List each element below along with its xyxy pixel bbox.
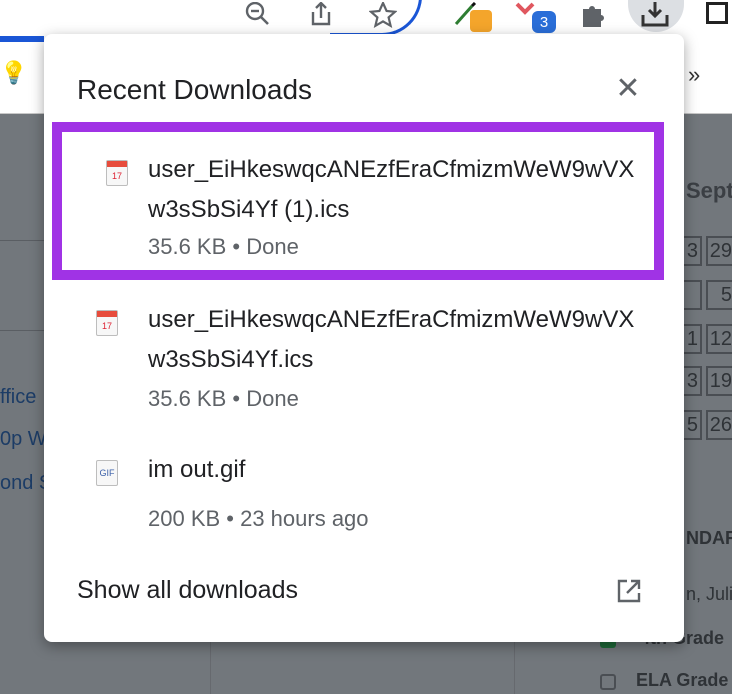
show-all-downloads-link[interactable]: Show all downloads [77,576,298,605]
window-icon[interactable] [706,2,728,24]
popup-title: Recent Downloads [77,74,313,105]
page-text: n, Julia [686,584,732,604]
bookmarks-overflow-icon[interactable]: » [688,62,700,88]
bookmark-star-icon[interactable] [366,0,400,30]
calendar-cell[interactable]: 12 [706,324,732,354]
download-meta: 200 KB • 23 hours ago [148,506,369,531]
page-heading: NDAR [686,528,732,548]
calendar-cell[interactable]: 26 [706,410,732,440]
puzzle-icon[interactable] [576,0,610,30]
close-icon[interactable]: ✕ [614,74,642,104]
page-divider [0,330,44,331]
gif-file-icon: GIF [96,460,118,486]
frame-accent [0,36,44,42]
download-meta: 35.6 KB • Done [148,386,299,411]
page-divider [0,240,44,241]
calendar-cell[interactable]: 29 [706,236,732,266]
extension-count-badge: 3 [532,11,556,33]
download-filename[interactable]: user_EiHkeswqcANEzfEraCfmizmWeW9wVXw3sSb… [148,150,648,230]
calendar-file-icon: 17 [106,160,128,186]
downloads-popup: Recent Downloads ✕ 17 user_EiHkeswqcANEz… [44,34,684,642]
download-item[interactable]: GIF im out.gif 200 KB • 23 hours ago [52,440,664,540]
checkbox[interactable] [600,674,616,690]
page-link[interactable]: ffice [0,386,36,409]
calendar-cell[interactable]: 5 [706,280,732,310]
calendar-cell[interactable]: 19 [706,366,732,396]
extension-badge-icon [470,10,492,32]
calendar-month-heading: Sept [686,178,732,203]
page-link[interactable]: 0p W [0,428,47,451]
download-filename[interactable]: user_EiHkeswqcANEzfEraCfmizmWeW9wVXw3sSb… [148,300,648,380]
download-item[interactable]: 17 user_EiHkeswqcANEzfEraCfmizmWeW9wVXw3… [52,122,664,280]
open-external-icon[interactable] [616,578,642,604]
zoom-out-icon[interactable] [240,0,274,30]
lightbulb-icon[interactable]: 💡 [0,60,27,86]
share-icon[interactable] [304,0,338,30]
download-filename[interactable]: im out.gif [148,450,648,490]
download-item[interactable]: 17 user_EiHkeswqcANEzfEraCfmizmWeW9wVXw3… [52,290,664,426]
calendar-file-icon: 17 [96,310,118,336]
download-meta: 35.6 KB • Done [148,234,299,259]
download-icon[interactable] [638,0,672,30]
page-text: ELA Grade [636,670,729,690]
browser-toolbar: 3 [0,0,732,36]
